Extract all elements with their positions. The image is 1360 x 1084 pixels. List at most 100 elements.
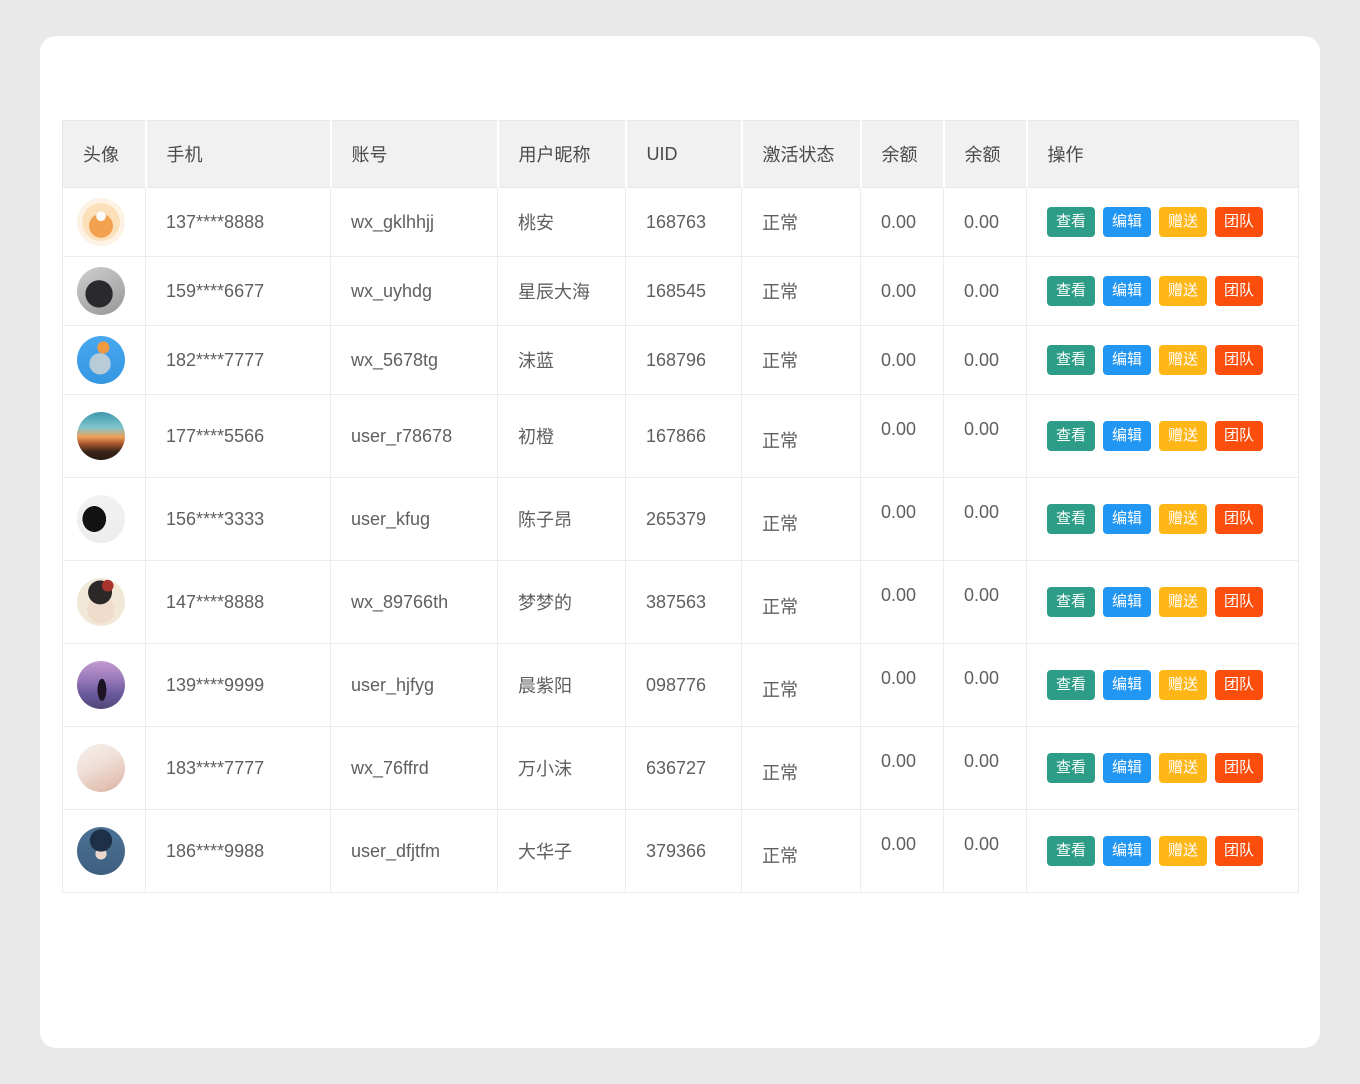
gift-button[interactable]: 赠送 [1159, 345, 1207, 375]
team-button[interactable]: 团队 [1215, 276, 1263, 306]
cell-balance1: 0.00 [861, 810, 944, 893]
cell-status: 正常 [742, 188, 861, 257]
cell-account: wx_89766th [331, 561, 498, 644]
cell-balance2: 0.00 [944, 326, 1027, 395]
view-button[interactable]: 查看 [1047, 276, 1095, 306]
table-row: 147****8888 wx_89766th 梦梦的 387563 正常 0.0… [63, 561, 1299, 644]
col-header-nickname: 用户昵称 [498, 121, 626, 188]
col-header-phone: 手机 [146, 121, 331, 188]
view-button[interactable]: 查看 [1047, 670, 1095, 700]
cell-phone: 182****7777 [146, 326, 331, 395]
cell-nickname: 星辰大海 [498, 257, 626, 326]
view-button[interactable]: 查看 [1047, 753, 1095, 783]
table-row: 159****6677 wx_uyhdg 星辰大海 168545 正常 0.00… [63, 257, 1299, 326]
gift-button[interactable]: 赠送 [1159, 421, 1207, 451]
content-card: 头像 手机 账号 用户昵称 UID 激活状态 余额 余额 操作 137****8… [40, 36, 1320, 1048]
cell-uid: 168763 [626, 188, 742, 257]
cell-status: 正常 [742, 478, 861, 561]
edit-button[interactable]: 编辑 [1103, 207, 1151, 237]
cell-balance1: 0.00 [861, 326, 944, 395]
cell-nickname: 桃安 [498, 188, 626, 257]
cell-phone: 147****8888 [146, 561, 331, 644]
col-header-actions: 操作 [1027, 121, 1299, 188]
team-button[interactable]: 团队 [1215, 421, 1263, 451]
gift-button[interactable]: 赠送 [1159, 207, 1207, 237]
edit-button[interactable]: 编辑 [1103, 836, 1151, 866]
cell-nickname: 初橙 [498, 395, 626, 478]
cell-avatar [63, 257, 146, 326]
team-button[interactable]: 团队 [1215, 207, 1263, 237]
gift-button[interactable]: 赠送 [1159, 670, 1207, 700]
view-button[interactable]: 查看 [1047, 836, 1095, 866]
avatar-purple-dusk-silhouette [77, 661, 125, 709]
table-row: 177****5566 user_r78678 初橙 167866 正常 0.0… [63, 395, 1299, 478]
edit-button[interactable]: 编辑 [1103, 587, 1151, 617]
cell-status: 正常 [742, 727, 861, 810]
team-button[interactable]: 团队 [1215, 670, 1263, 700]
cell-nickname: 梦梦的 [498, 561, 626, 644]
edit-button[interactable]: 编辑 [1103, 504, 1151, 534]
cell-status: 正常 [742, 395, 861, 478]
avatar-blue-cartoon-cat [77, 336, 125, 384]
cell-balance2: 0.00 [944, 644, 1027, 727]
header-row: 头像 手机 账号 用户昵称 UID 激活状态 余额 余额 操作 [63, 121, 1299, 188]
table-row: 156****3333 user_kfug 陈子昂 265379 正常 0.00… [63, 478, 1299, 561]
view-button[interactable]: 查看 [1047, 587, 1095, 617]
cell-avatar [63, 478, 146, 561]
team-button[interactable]: 团队 [1215, 753, 1263, 783]
cell-nickname: 沫蓝 [498, 326, 626, 395]
gift-button[interactable]: 赠送 [1159, 504, 1207, 534]
cell-uid: 379366 [626, 810, 742, 893]
cell-status: 正常 [742, 561, 861, 644]
cell-balance2: 0.00 [944, 810, 1027, 893]
avatar-girl-red-ribbon [77, 578, 125, 626]
cell-avatar [63, 188, 146, 257]
table-row: 139****9999 user_hjfyg 晨紫阳 098776 正常 0.0… [63, 644, 1299, 727]
cell-balance1: 0.00 [861, 257, 944, 326]
view-button[interactable]: 查看 [1047, 421, 1095, 451]
cell-actions: 查看编辑赠送团队 [1027, 561, 1299, 644]
cell-actions: 查看编辑赠送团队 [1027, 810, 1299, 893]
gift-button[interactable]: 赠送 [1159, 753, 1207, 783]
gift-button[interactable]: 赠送 [1159, 836, 1207, 866]
cell-account: wx_76ffrd [331, 727, 498, 810]
cell-phone: 159****6677 [146, 257, 331, 326]
cell-status: 正常 [742, 810, 861, 893]
team-button[interactable]: 团队 [1215, 504, 1263, 534]
cell-account: wx_uyhdg [331, 257, 498, 326]
edit-button[interactable]: 编辑 [1103, 276, 1151, 306]
cell-uid: 168545 [626, 257, 742, 326]
cell-phone: 137****8888 [146, 188, 331, 257]
cell-account: wx_gklhhjj [331, 188, 498, 257]
col-header-uid: UID [626, 121, 742, 188]
cell-uid: 098776 [626, 644, 742, 727]
avatar-blue-girl-illustration [77, 827, 125, 875]
gift-button[interactable]: 赠送 [1159, 587, 1207, 617]
cell-balance2: 0.00 [944, 561, 1027, 644]
cell-actions: 查看编辑赠送团队 [1027, 326, 1299, 395]
cell-phone: 186****9988 [146, 810, 331, 893]
cell-avatar [63, 395, 146, 478]
edit-button[interactable]: 编辑 [1103, 670, 1151, 700]
cell-actions: 查看编辑赠送团队 [1027, 395, 1299, 478]
table-row: 182****7777 wx_5678tg 沫蓝 168796 正常 0.00 … [63, 326, 1299, 395]
view-button[interactable]: 查看 [1047, 504, 1095, 534]
cell-balance1: 0.00 [861, 395, 944, 478]
view-button[interactable]: 查看 [1047, 207, 1095, 237]
team-button[interactable]: 团队 [1215, 836, 1263, 866]
cell-balance1: 0.00 [861, 644, 944, 727]
cell-status: 正常 [742, 644, 861, 727]
gift-button[interactable]: 赠送 [1159, 276, 1207, 306]
cell-uid: 168796 [626, 326, 742, 395]
team-button[interactable]: 团队 [1215, 587, 1263, 617]
cell-phone: 177****5566 [146, 395, 331, 478]
team-button[interactable]: 团队 [1215, 345, 1263, 375]
edit-button[interactable]: 编辑 [1103, 753, 1151, 783]
cell-account: user_kfug [331, 478, 498, 561]
cell-avatar [63, 326, 146, 395]
edit-button[interactable]: 编辑 [1103, 345, 1151, 375]
view-button[interactable]: 查看 [1047, 345, 1095, 375]
cell-balance2: 0.00 [944, 727, 1027, 810]
edit-button[interactable]: 编辑 [1103, 421, 1151, 451]
cell-balance2: 0.00 [944, 257, 1027, 326]
